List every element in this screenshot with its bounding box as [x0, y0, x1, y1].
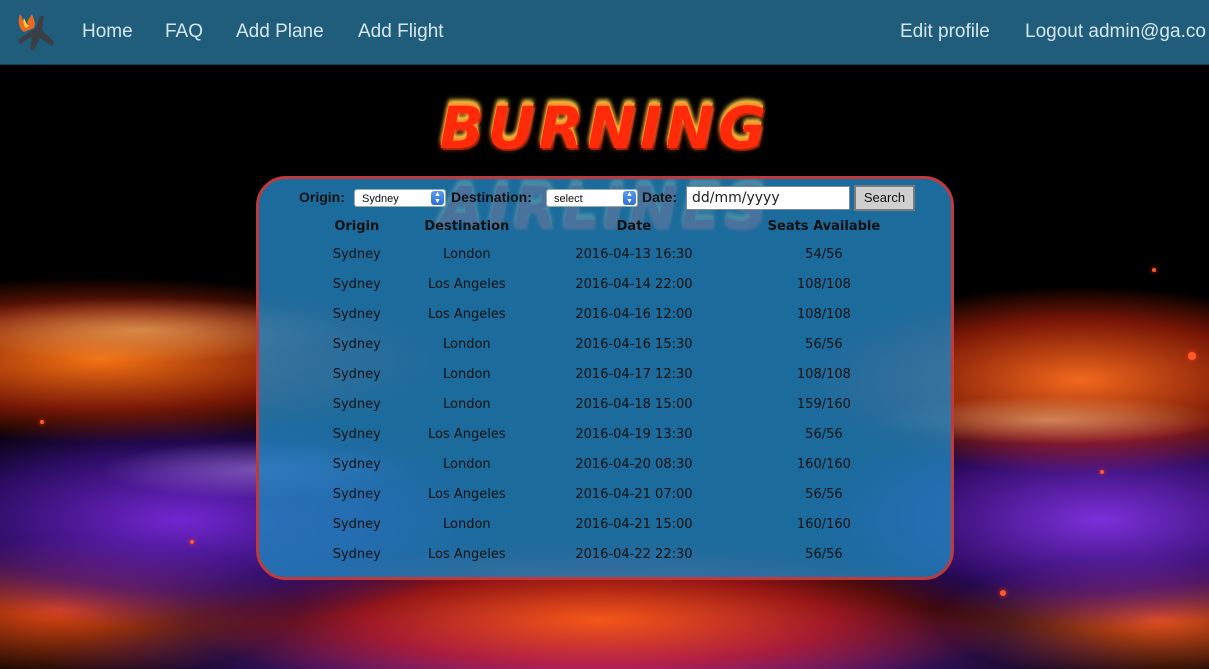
cell-seats: 159/160: [796, 396, 851, 412]
cell-date: 2016-04-16 15:30: [575, 336, 693, 352]
cell-seats: 108/108: [796, 276, 851, 292]
table-row[interactable]: Sydney London 2016-04-20 08:30 160/160: [317, 449, 917, 479]
ember: [1152, 268, 1156, 272]
ember: [40, 420, 44, 424]
cell-destination: Los Angeles: [428, 306, 506, 322]
cell-destination: London: [443, 396, 491, 412]
table-row[interactable]: Sydney London 2016-04-13 16:30 54/56: [317, 239, 917, 269]
cell-seats: 56/56: [805, 336, 843, 352]
search-button[interactable]: Search: [854, 185, 915, 211]
brand-title: BURNING AIRLINES: [439, 94, 770, 242]
table-row[interactable]: Sydney London 2016-04-16 15:30 56/56: [317, 329, 917, 359]
origin-select-value: Sydney: [362, 193, 399, 205]
cell-destination: London: [443, 336, 491, 352]
cell-seats: 108/108: [796, 306, 851, 322]
table-row[interactable]: Sydney Los Angeles 2016-04-14 22:00 108/108: [317, 269, 917, 299]
nav-edit-profile[interactable]: Edit profile: [900, 0, 990, 64]
nav-add-plane[interactable]: Add Plane: [236, 0, 324, 64]
cell-seats: 56/56: [805, 546, 843, 562]
cell-date: 2016-04-21 15:00: [575, 516, 693, 532]
table-header-row: Origin Destination Date Seats Available: [317, 213, 917, 239]
navbar: Home FAQ Add Plane Add Flight Edit profi…: [0, 0, 1209, 65]
cell-destination: London: [443, 516, 491, 532]
table-row[interactable]: Sydney Los Angeles 2016-04-21 07:00 56/56: [317, 479, 917, 509]
destination-select-value: select: [554, 193, 583, 205]
destination-label: Destination:: [451, 189, 532, 205]
cell-origin: Sydney: [332, 366, 381, 382]
flights-table: Origin Destination Date Seats Available …: [317, 213, 917, 569]
table-row[interactable]: Sydney London 2016-04-18 15:00 159/160: [317, 389, 917, 419]
table-row[interactable]: Sydney Los Angeles 2016-04-22 22:30 56/56: [317, 539, 917, 569]
table-row[interactable]: Sydney Los Angeles 2016-04-16 12:00 108/108: [317, 299, 917, 329]
flight-search-panel: Origin: Sydney ▲ ▼ Destination: select ▲ ▼…: [256, 176, 954, 580]
cell-origin: Sydney: [332, 486, 381, 502]
cell-seats: 160/160: [796, 516, 851, 532]
cell-origin: Sydney: [332, 276, 381, 292]
nav-home[interactable]: Home: [82, 0, 133, 64]
nav-faq[interactable]: FAQ: [165, 0, 203, 64]
cell-seats: 108/108: [796, 366, 851, 382]
cell-date: 2016-04-16 12:00: [575, 306, 693, 322]
table-row[interactable]: Sydney London 2016-04-17 12:30 108/108: [317, 359, 917, 389]
cell-destination: London: [443, 246, 491, 262]
cell-date: 2016-04-18 15:00: [575, 396, 693, 412]
cell-seats: 54/56: [805, 246, 843, 262]
ember: [1188, 352, 1196, 360]
search-bar: Origin: Sydney ▲ ▼ Destination: select ▲ ▼…: [259, 183, 951, 211]
flights-table-body: Sydney London 2016-04-13 16:30 54/56 Sydney L…: [317, 239, 917, 569]
header-destination: Destination: [424, 218, 510, 234]
cell-seats: 56/56: [805, 426, 843, 442]
nav-add-flight[interactable]: Add Flight: [358, 0, 444, 64]
select-arrows-icon: ▲ ▼: [431, 191, 444, 205]
cell-origin: Sydney: [332, 306, 381, 322]
cell-origin: Sydney: [332, 336, 381, 352]
cell-origin: Sydney: [332, 456, 381, 472]
select-arrows-icon: ▲ ▼: [623, 191, 636, 205]
cell-date: 2016-04-14 22:00: [575, 276, 693, 292]
cell-seats: 56/56: [805, 486, 843, 502]
cell-date: 2016-04-21 07:00: [575, 486, 693, 502]
destination-select[interactable]: select ▲ ▼: [546, 189, 638, 207]
cell-destination: Los Angeles: [428, 546, 506, 562]
ember: [1100, 470, 1104, 474]
cell-date: 2016-04-19 13:30: [575, 426, 693, 442]
cell-destination: London: [443, 456, 491, 472]
ember: [1000, 590, 1006, 596]
cell-origin: Sydney: [332, 516, 381, 532]
cell-date: 2016-04-17 12:30: [575, 366, 693, 382]
cell-origin: Sydney: [332, 396, 381, 412]
cell-origin: Sydney: [332, 546, 381, 562]
ember: [190, 540, 194, 544]
header-seats: Seats Available: [767, 218, 881, 234]
cell-destination: Los Angeles: [428, 426, 506, 442]
date-label: Date:: [642, 189, 678, 205]
cell-destination: Los Angeles: [428, 486, 506, 502]
table-row[interactable]: Sydney Los Angeles 2016-04-19 13:30 56/56: [317, 419, 917, 449]
cell-origin: Sydney: [332, 426, 381, 442]
cell-destination: Los Angeles: [428, 276, 506, 292]
cell-seats: 160/160: [796, 456, 851, 472]
cell-date: 2016-04-13 16:30: [575, 246, 693, 262]
nav-logout[interactable]: Logout admin@ga.co: [1025, 0, 1206, 64]
cell-date: 2016-04-22 22:30: [575, 546, 693, 562]
plane-logo-icon[interactable]: [14, 10, 58, 54]
date-input[interactable]: dd/mm/yyyy: [686, 186, 850, 210]
table-row[interactable]: Sydney London 2016-04-21 15:00 160/160: [317, 509, 917, 539]
cell-origin: Sydney: [332, 246, 381, 262]
header-date: Date: [616, 218, 652, 234]
cell-destination: London: [443, 366, 491, 382]
origin-select[interactable]: Sydney ▲ ▼: [354, 189, 446, 207]
origin-label: Origin:: [299, 189, 345, 205]
header-origin: Origin: [334, 218, 380, 234]
cell-date: 2016-04-20 08:30: [575, 456, 693, 472]
